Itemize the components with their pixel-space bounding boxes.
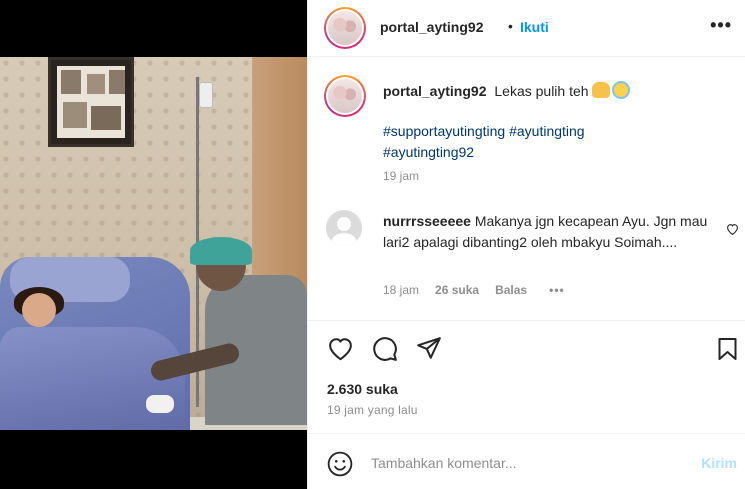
more-options-button[interactable]: ••• <box>710 15 732 36</box>
commenter-avatar[interactable] <box>326 210 362 246</box>
caption-username[interactable]: portal_ayting92 <box>383 83 486 99</box>
commenter-username[interactable]: nurrrsseeeee <box>383 213 471 229</box>
folded-hands-emoji-icon <box>592 82 611 98</box>
caption-text: Lekas pulih teh <box>494 83 589 99</box>
send-button[interactable]: Kirim <box>701 455 737 471</box>
comment-like-count[interactable]: 26 suka <box>435 283 479 297</box>
comment: nurrrsseeeee Makanya jgn kecapean Ayu. J… <box>383 211 713 253</box>
separator-dot: • <box>508 18 513 34</box>
comment-meta: 18 jam 26 suka Balas ••• <box>383 283 565 297</box>
author-username[interactable]: portal_ayting92 <box>380 19 483 35</box>
paper-plane-icon[interactable] <box>416 336 442 365</box>
patient-head <box>22 293 56 327</box>
wall-picture-frame <box>48 57 134 147</box>
comment-icon[interactable] <box>372 336 398 367</box>
hashtag-link[interactable]: #ayutingting92 <box>383 144 474 160</box>
bookmark-icon[interactable] <box>717 337 738 366</box>
hashtag-link[interactable]: #supportayutingting <box>383 123 505 139</box>
caption-time[interactable]: 19 jam <box>383 169 419 183</box>
heart-icon[interactable] <box>327 336 354 366</box>
iv-bag <box>199 82 213 108</box>
caption-hashtags: #supportayutingting #ayutingting #ayutin… <box>383 121 728 163</box>
post-media <box>0 0 307 489</box>
follow-button[interactable]: Ikuti <box>520 19 549 35</box>
author-avatar[interactable] <box>324 7 366 49</box>
caption: portal_ayting92 Lekas pulih teh <box>383 81 728 101</box>
smiling-face-with-halo-emoji-icon <box>612 81 631 99</box>
post-photo[interactable] <box>0 57 307 430</box>
comment-like-heart-icon[interactable] <box>726 222 739 240</box>
caption-author-avatar[interactable] <box>324 75 366 117</box>
smiley-icon[interactable] <box>327 451 353 482</box>
nurse-cap <box>190 237 252 265</box>
comment-options-button[interactable]: ••• <box>549 283 565 297</box>
likes-count[interactable]: 2.630 suka <box>327 381 398 397</box>
divider <box>308 433 745 434</box>
hashtag-link[interactable]: #ayutingting <box>509 123 585 139</box>
comment-time[interactable]: 18 jam <box>383 283 419 297</box>
nurse-glove <box>146 395 174 413</box>
post-details-panel: portal_ayting92 • Ikuti ••• portal_aytin… <box>307 0 745 489</box>
post-timestamp[interactable]: 19 jam yang lalu <box>327 403 418 417</box>
reply-button[interactable]: Balas <box>495 283 527 297</box>
comment-input[interactable] <box>371 451 671 475</box>
post-header: portal_ayting92 • Ikuti ••• <box>308 0 745 57</box>
divider <box>308 320 745 321</box>
